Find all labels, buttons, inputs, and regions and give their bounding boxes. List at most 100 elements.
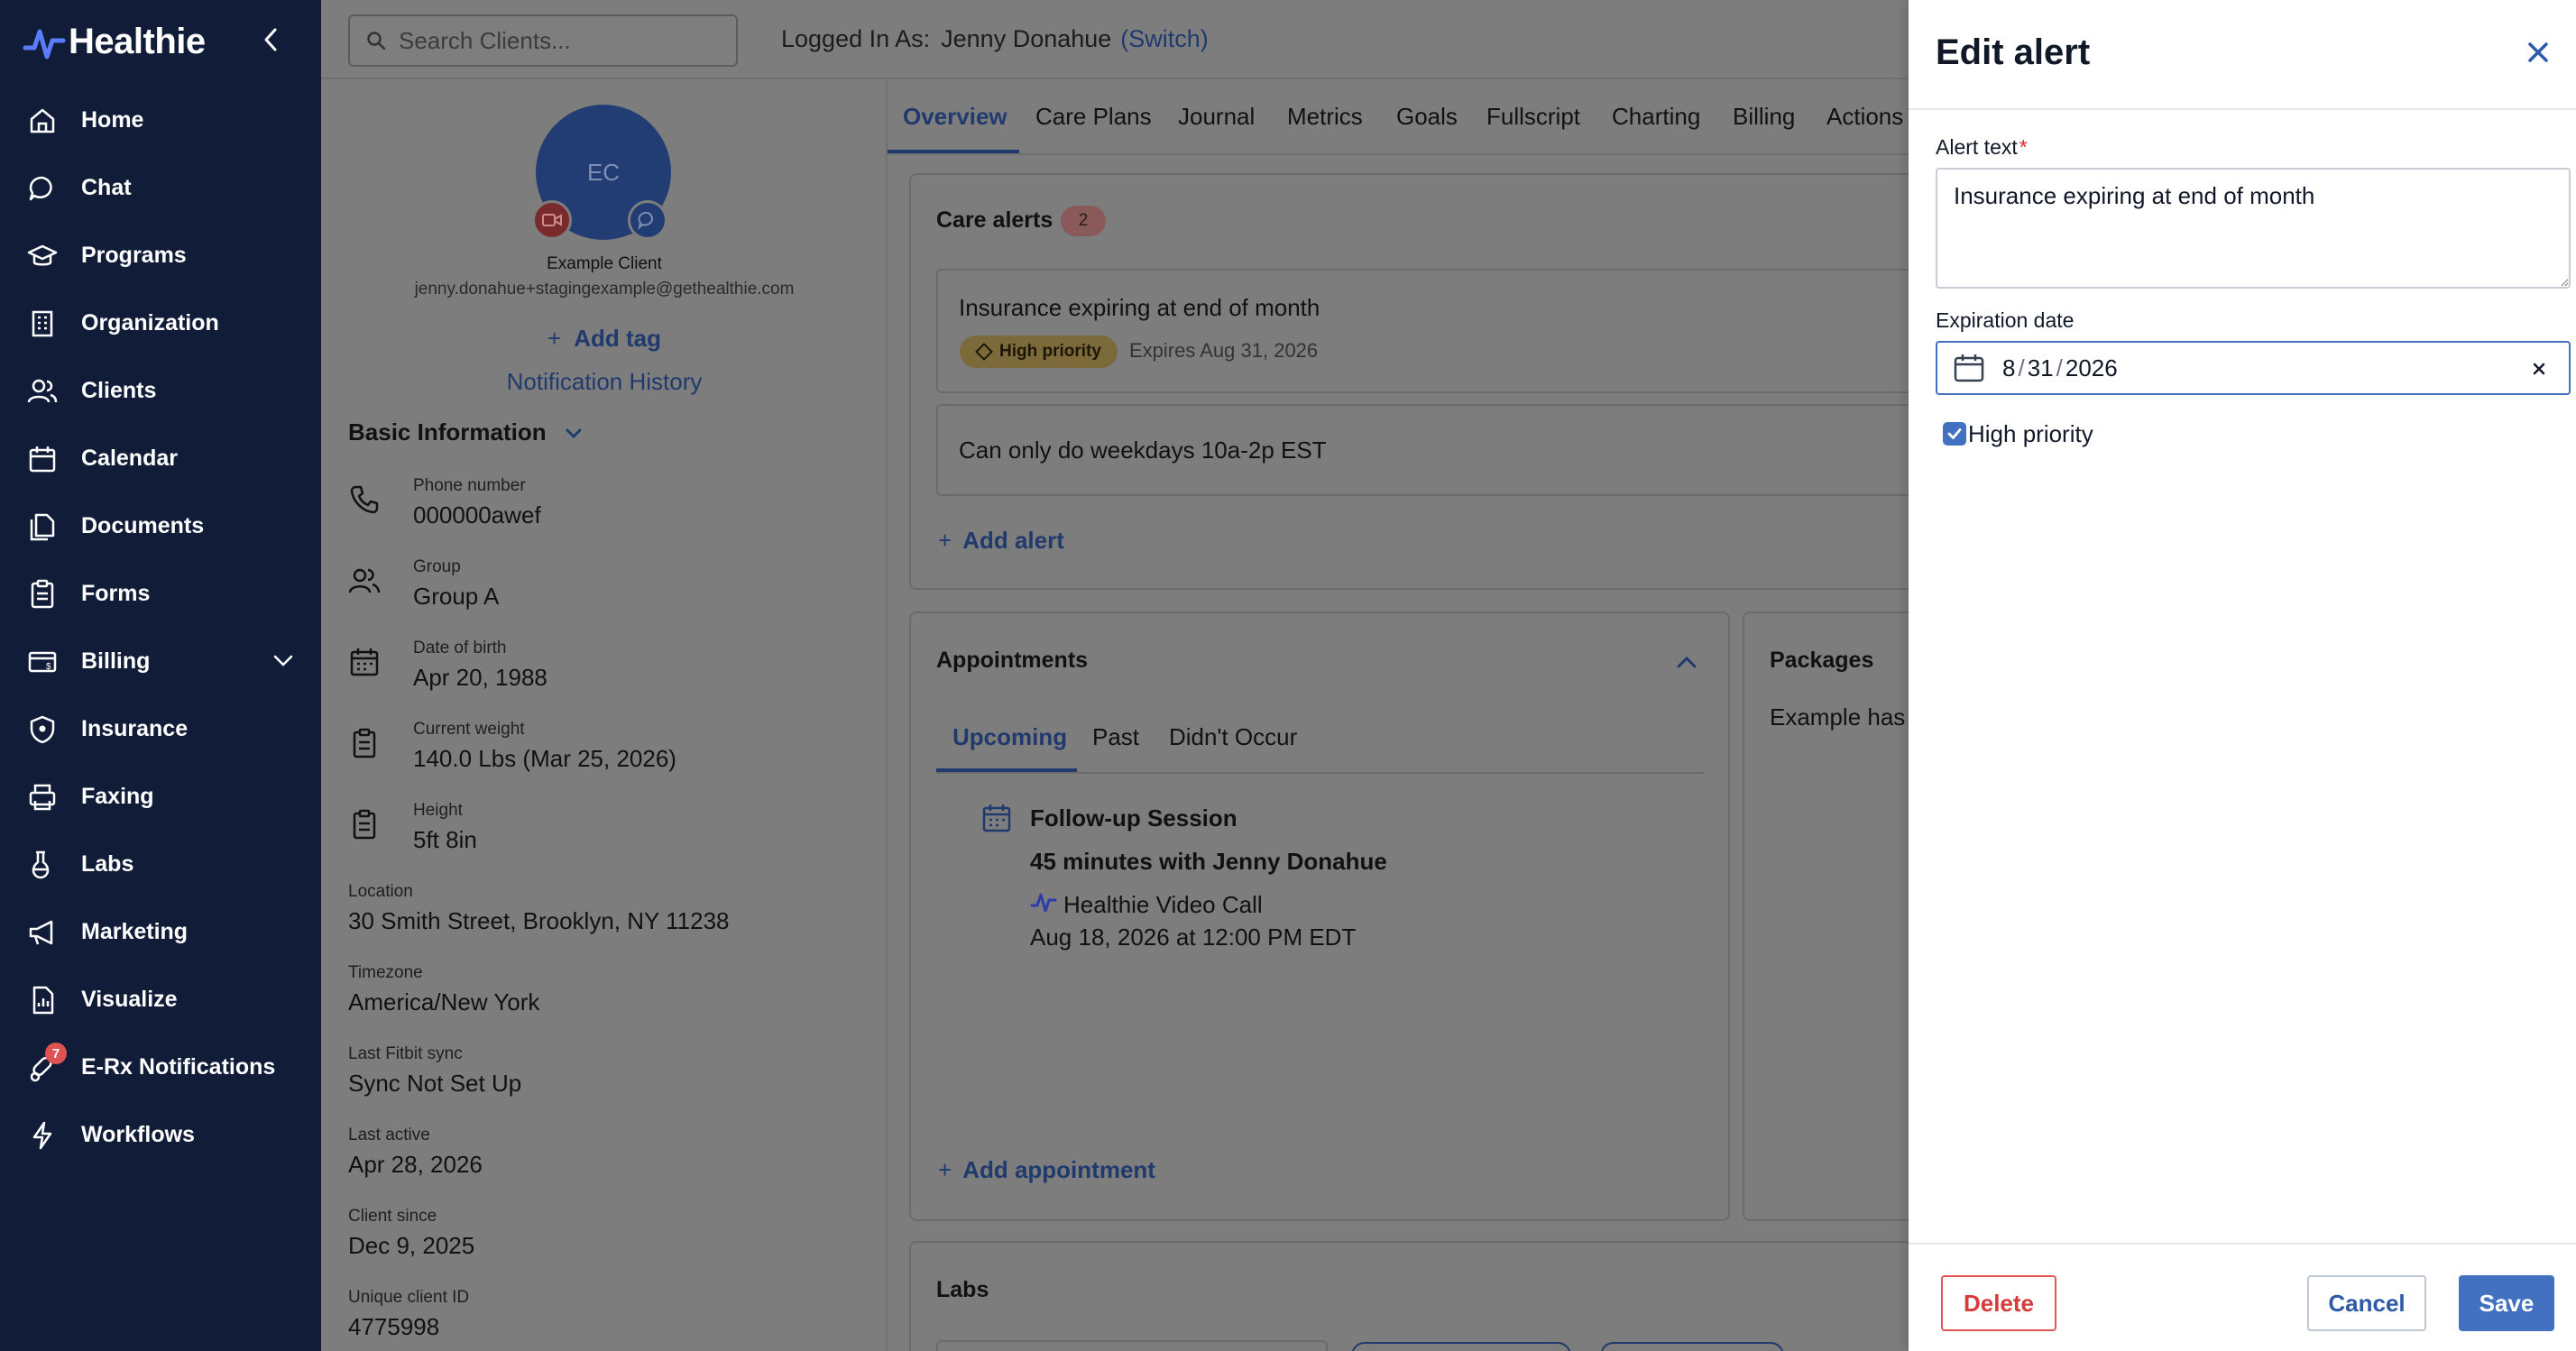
location-field: Location 30 Smith Street, Brooklyn, NY 1… (348, 882, 871, 935)
sidebar-item-organization[interactable]: Organization (0, 290, 321, 357)
tab-actions[interactable]: Actions (1826, 103, 1903, 131)
video-call-button[interactable] (532, 200, 572, 240)
phone-number-field: Phone number 000000awef (348, 476, 871, 529)
add-appointment-button[interactable]: + Add appointment (938, 1156, 1155, 1184)
labs-filter-input[interactable] (936, 1340, 1328, 1351)
logged-in-user: Jenny Donahue (941, 25, 1112, 52)
alert-text-input[interactable]: Insurance expiring at end of month (1936, 168, 2571, 289)
sidebar-item-visualize[interactable]: Visualize (0, 966, 321, 1034)
video-icon (542, 214, 562, 226)
sidebar-item-label: Visualize (81, 987, 178, 1012)
sidebar-item-billing[interactable]: $ Billing (0, 628, 321, 695)
cancel-button[interactable]: Cancel (2307, 1275, 2426, 1331)
chevron-up-icon[interactable] (1674, 649, 1699, 675)
tab-care-plans[interactable]: Care Plans (1035, 103, 1152, 131)
field-value: America/New York (348, 988, 540, 1016)
alert-expiry-text: Expires Aug 31, 2026 (1129, 339, 1319, 362)
tab-charting[interactable]: Charting (1612, 103, 1700, 131)
top-bar: Search Clients... Logged In As: Jenny Don… (321, 0, 1909, 79)
sidebar-item-label: Faxing (81, 784, 154, 809)
tab-journal[interactable]: Journal (1178, 103, 1255, 131)
field-value: Dec 9, 2025 (348, 1232, 475, 1259)
sidebar-item-insurance[interactable]: Insurance (0, 695, 321, 763)
notification-history-link[interactable]: Notification History (321, 368, 888, 396)
clear-date-icon[interactable] (2529, 359, 2549, 379)
chevron-down-icon[interactable] (271, 648, 296, 677)
date-day-segment[interactable]: 31 (2028, 354, 2054, 382)
clients-icon (25, 374, 60, 409)
switch-user-link[interactable]: (Switch) (1120, 25, 1209, 52)
add-tag-button[interactable]: + Add tag (321, 325, 888, 353)
sidebar-item-programs[interactable]: Programs (0, 222, 321, 290)
tab-metrics[interactable]: Metrics (1287, 103, 1363, 131)
delete-button[interactable]: Delete (1941, 1275, 2056, 1331)
date-separator: / (2056, 354, 2063, 381)
close-drawer-button[interactable] (2522, 36, 2554, 69)
svg-text:$: $ (46, 662, 51, 672)
date-month-segment[interactable]: 8 (2002, 354, 2015, 382)
subtab-upcoming[interactable]: Upcoming (952, 723, 1067, 751)
high-priority-label[interactable]: High priority (1968, 420, 2093, 448)
field-value: 5ft 8in (413, 826, 477, 853)
erx-count-badge: 7 (45, 1043, 67, 1064)
tab-overview[interactable]: Overview (903, 103, 1007, 131)
sidebar-item-workflows[interactable]: Workflows (0, 1101, 321, 1169)
appointment-title[interactable]: Follow-up Session (1030, 804, 1237, 832)
date-year-segment[interactable]: 2026 (2065, 354, 2118, 382)
field-value: 4775998 (348, 1313, 440, 1340)
chat-client-button[interactable] (628, 200, 667, 240)
field-value: Group A (413, 583, 500, 610)
sidebar-item-marketing[interactable]: Marketing (0, 898, 321, 966)
search-input[interactable]: Search Clients... (348, 14, 738, 67)
sidebar-item-chat[interactable]: Chat (0, 154, 321, 222)
basic-information-toggle[interactable]: Basic Information (348, 418, 584, 446)
subtab-didnt-occur[interactable]: Didn't Occur (1169, 723, 1297, 751)
chat-icon (638, 211, 653, 230)
field-value: 140.0 Lbs (Mar 25, 2026) (413, 745, 676, 772)
sidebar-item-label: Organization (81, 310, 219, 335)
field-value: Sync Not Set Up (348, 1070, 522, 1097)
sidebar-item-calendar[interactable]: Calendar (0, 425, 321, 492)
labs-action-button[interactable] (1351, 1342, 1571, 1351)
healthie-logo-icon (23, 29, 66, 60)
field-value: Apr 20, 1988 (413, 664, 547, 691)
insurance-icon (25, 712, 60, 747)
edit-alert-drawer: Edit alert Alert text* Insurance expirin… (1909, 0, 2576, 1351)
plus-icon: + (938, 1156, 952, 1183)
tab-goals[interactable]: Goals (1396, 103, 1458, 131)
calendar-icon (350, 648, 379, 676)
labs-action-button[interactable] (1600, 1342, 1784, 1351)
sidebar-item-clients[interactable]: Clients (0, 357, 321, 425)
add-alert-button[interactable]: + Add alert (938, 527, 1064, 555)
field-label: Last Fitbit sync (348, 1044, 463, 1063)
high-priority-checkbox[interactable] (1943, 422, 1966, 446)
chevron-down-icon (566, 428, 582, 438)
sidebar-item-erx-notifications[interactable]: 7 E-Rx Notifications (0, 1034, 321, 1101)
sidebar-item-labs[interactable]: Labs (0, 831, 321, 898)
sidebar-item-home[interactable]: Home (0, 87, 321, 154)
healthie-logo[interactable]: Healthie (22, 20, 206, 63)
sidebar-item-documents[interactable]: Documents (0, 492, 321, 560)
basic-information-title: Basic Information (348, 418, 547, 446)
sidebar-item-label: Forms (81, 581, 151, 606)
sidebar-item-faxing[interactable]: Faxing (0, 763, 321, 831)
sidebar-item-forms[interactable]: Forms (0, 560, 321, 628)
plus-icon: + (938, 527, 952, 554)
required-asterisk: * (2019, 135, 2028, 159)
expiration-date-input[interactable]: 8 / 31 / 2026 (1936, 341, 2571, 395)
group-icon (348, 568, 381, 593)
appointment-location: Healthie Video Call (1063, 891, 1263, 918)
subtab-divider (936, 772, 1705, 774)
phone-icon (350, 485, 379, 514)
collapse-sidebar-button[interactable] (254, 23, 287, 56)
tab-billing[interactable]: Billing (1733, 103, 1795, 131)
care-alert-text: Can only do weekdays 10a-2p EST (959, 437, 1327, 464)
alert-text-label: Alert text* (1936, 135, 2028, 160)
alert-text-label-text: Alert text (1936, 135, 2018, 159)
sidebar-item-label: E-Rx Notifications (81, 1054, 276, 1080)
save-button[interactable]: Save (2459, 1275, 2554, 1331)
subtab-past[interactable]: Past (1092, 723, 1139, 751)
tab-fullscript[interactable]: Fullscript (1486, 103, 1580, 131)
care-alert-item[interactable] (936, 269, 1928, 393)
calendar-icon (982, 804, 1011, 832)
